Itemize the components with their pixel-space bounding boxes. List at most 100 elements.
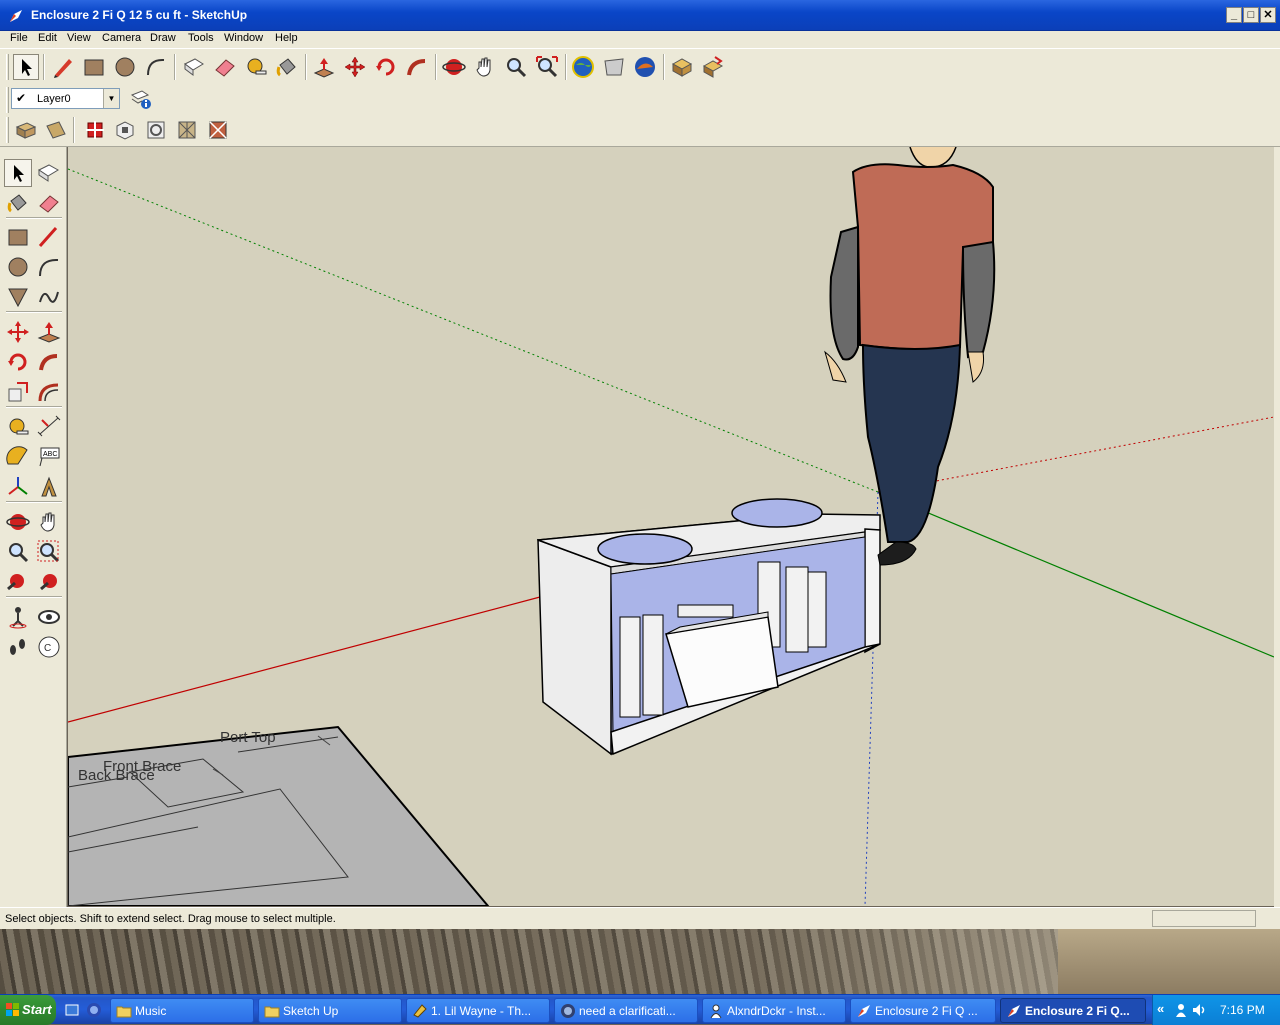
scale-tool-button[interactable] (4, 378, 32, 406)
dimension-tool-button[interactable] (35, 413, 63, 441)
task-messenger[interactable]: AlxndrDckr - Inst... (702, 998, 846, 1023)
pencil-tool-button[interactable] (50, 54, 76, 80)
measurements-box[interactable] (1152, 910, 1256, 927)
start-button[interactable]: Start (0, 995, 56, 1025)
freehand-tool-button[interactable] (35, 283, 63, 311)
google-earth-button[interactable] (570, 54, 596, 80)
chevron-down-icon[interactable]: ▼ (103, 89, 119, 108)
circle-tool-button[interactable] (112, 54, 138, 80)
follow-me-button[interactable] (404, 54, 430, 80)
front-view-button[interactable] (82, 117, 108, 143)
select-tool-button[interactable] (4, 159, 32, 187)
tray-expand-button[interactable]: « (1157, 1001, 1164, 1016)
close-button[interactable]: ✕ (1260, 7, 1276, 23)
tape-measure-button[interactable] (243, 54, 269, 80)
orbit-tool-button[interactable] (441, 54, 467, 80)
previous-view-tool-button[interactable] (4, 568, 32, 596)
3d-viewport[interactable]: Port Top Front Brace Back Brace (68, 147, 1274, 906)
messenger-tray-icon[interactable] (1173, 1002, 1189, 1018)
task-sketchup-other[interactable]: Enclosure 2 Fi Q ... (850, 998, 996, 1023)
position-camera-tool-button[interactable] (4, 603, 32, 631)
push-pull-button[interactable] (311, 54, 337, 80)
minimize-button[interactable]: _ (1226, 7, 1242, 23)
select-tool-button[interactable] (13, 54, 39, 80)
walk-tool-button[interactable] (4, 633, 32, 661)
top-view-button[interactable] (43, 117, 69, 143)
toolbar-grip[interactable] (6, 87, 9, 113)
get-models-button[interactable] (601, 54, 627, 80)
axes-tool-button[interactable] (4, 473, 32, 501)
follow-me-tool-button[interactable] (35, 348, 63, 376)
pan-tool-button[interactable] (472, 54, 498, 80)
section-plane-tool-button[interactable]: C (35, 633, 63, 661)
zoom-tool-button[interactable] (503, 54, 529, 80)
layer-dropdown[interactable]: ✔ Layer0 ▼ (11, 88, 120, 109)
arc-tool-button[interactable] (143, 54, 169, 80)
menu-help[interactable]: Help (274, 32, 299, 44)
text-tool-button[interactable]: ABC (35, 443, 63, 471)
task-label: need a clarificati... (579, 1004, 676, 1018)
task-browser[interactable]: need a clarificati... (554, 998, 698, 1023)
menu-draw[interactable]: Draw (149, 32, 177, 44)
rotate-tool-button[interactable] (4, 348, 32, 376)
task-sketch-up-folder[interactable]: Sketch Up (258, 998, 402, 1023)
zoom-extents-button[interactable] (534, 54, 560, 80)
xray-button[interactable] (205, 117, 231, 143)
line-tool-button[interactable] (35, 223, 63, 251)
back-view-button[interactable] (143, 117, 169, 143)
next-view-tool-button[interactable] (35, 568, 63, 596)
offset-tool-button[interactable] (35, 378, 63, 406)
right-view-button[interactable] (112, 117, 138, 143)
eraser-tool-button[interactable] (35, 189, 63, 217)
zoom-tool-button[interactable] (4, 538, 32, 566)
look-around-tool-button[interactable] (35, 603, 63, 631)
paint-bucket-tool-button[interactable] (4, 189, 32, 217)
3d-text-tool-button[interactable] (35, 473, 63, 501)
tape-measure-tool-button[interactable] (4, 413, 32, 441)
speaker-enclosure[interactable] (536, 498, 881, 756)
move-tool-button[interactable] (4, 318, 32, 346)
task-sketchup-active[interactable]: Enclosure 2 Fi Q... (1000, 998, 1146, 1023)
axes-icon (8, 477, 28, 495)
toolbar-grip[interactable] (6, 54, 9, 80)
circle-tool-button[interactable] (4, 253, 32, 281)
speaker-tray-icon[interactable] (1191, 1002, 1207, 1018)
menu-tools[interactable]: Tools (187, 32, 215, 44)
pan-tool-button[interactable] (35, 508, 63, 536)
share-model-button[interactable] (632, 54, 658, 80)
top-view-icon (46, 121, 66, 139)
push-pull-tool-button[interactable] (35, 318, 63, 346)
make-component-tool-button[interactable] (35, 159, 63, 187)
layer-manager-button[interactable] (128, 86, 154, 112)
push-pull-icon (313, 58, 335, 78)
rectangle-tool-button[interactable] (81, 54, 107, 80)
arc-tool-button[interactable] (35, 253, 63, 281)
iso-view-button[interactable] (13, 117, 39, 143)
protractor-tool-button[interactable] (4, 443, 32, 471)
polygon-tool-button[interactable] (4, 283, 32, 311)
make-component-button[interactable] (181, 54, 207, 80)
menu-window[interactable]: Window (223, 32, 264, 44)
eraser-tool-button[interactable] (212, 54, 238, 80)
menu-view[interactable]: View (66, 32, 92, 44)
rectangle-tool-button[interactable] (4, 223, 32, 251)
left-view-button[interactable] (174, 117, 200, 143)
green-axis-dotted (68, 168, 879, 493)
rotate-tool-button[interactable] (373, 54, 399, 80)
task-winamp[interactable]: 1. Lil Wayne - Th... (406, 998, 550, 1023)
quicklaunch-show-desktop-icon[interactable] (64, 1002, 80, 1018)
move-tool-button[interactable] (342, 54, 368, 80)
menu-edit[interactable]: Edit (37, 32, 58, 44)
orbit-tool-button[interactable] (4, 508, 32, 536)
maximize-button[interactable]: □ (1243, 7, 1259, 23)
quicklaunch-browser-icon[interactable] (86, 1002, 102, 1018)
toolbar-grip[interactable] (6, 117, 9, 143)
start-label: Start (22, 1002, 52, 1017)
menu-file[interactable]: File (9, 32, 29, 44)
zoom-window-tool-button[interactable] (35, 538, 63, 566)
menu-camera[interactable]: Camera (101, 32, 142, 44)
components-button[interactable] (700, 54, 726, 80)
task-music[interactable]: Music (110, 998, 254, 1023)
3d-warehouse-button[interactable] (669, 54, 695, 80)
paint-bucket-button[interactable] (274, 54, 300, 80)
